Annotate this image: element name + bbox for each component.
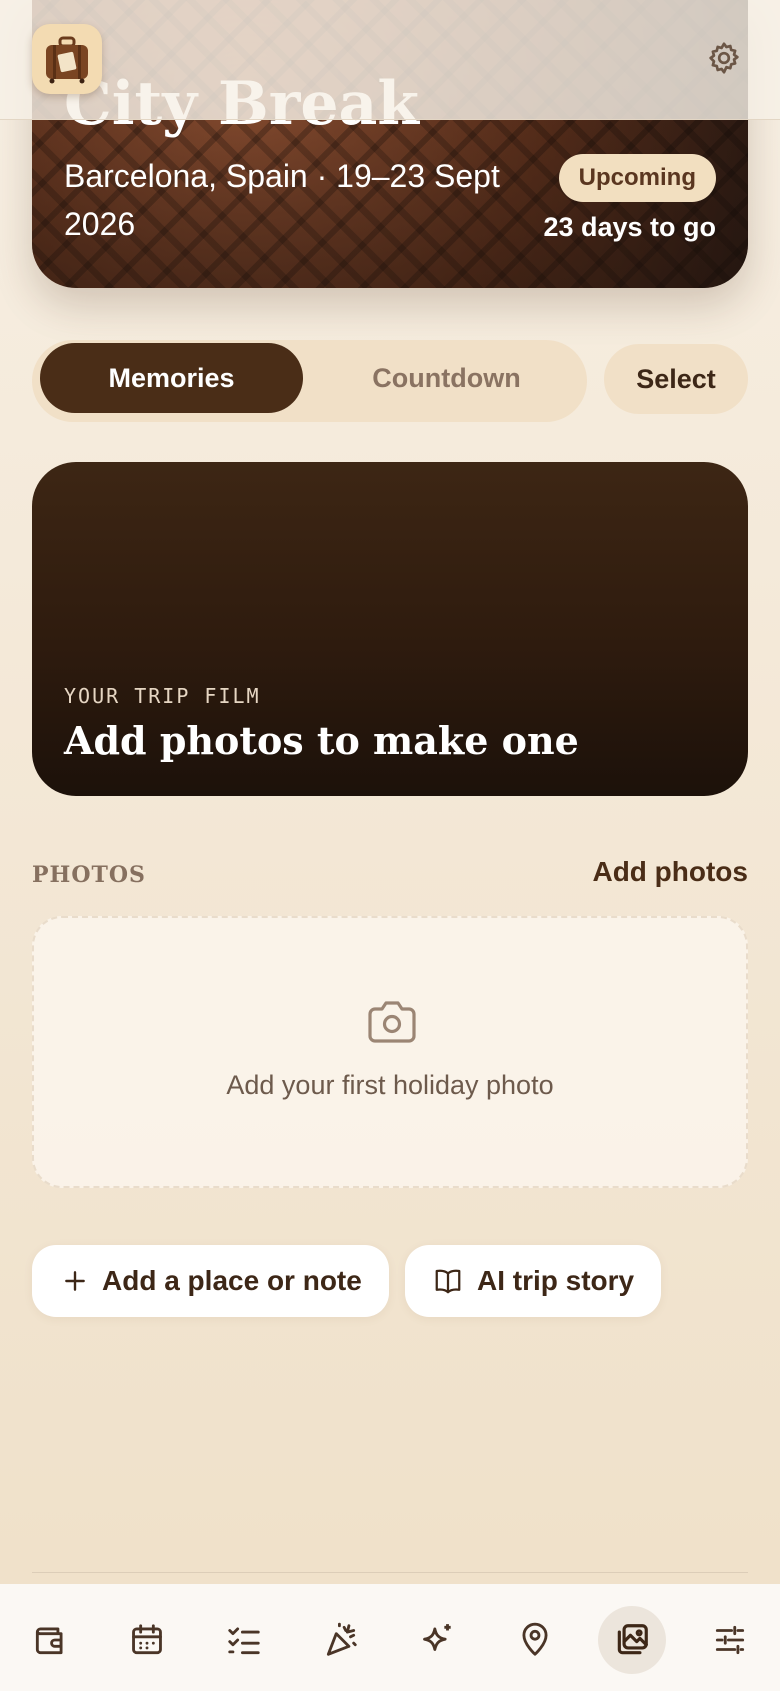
ai-trip-story-button[interactable]: AI trip story [405, 1245, 661, 1317]
countdown-text: 23 days to go [543, 212, 716, 242]
photos-icon[interactable] [598, 1606, 666, 1674]
camera-icon [366, 1000, 418, 1044]
add-photos-link[interactable]: Add photos [592, 856, 748, 888]
open-book-icon [435, 1269, 461, 1294]
trip-film-card[interactable]: YOUR TRIP FILM Add photos to make one [32, 462, 748, 796]
photos-section-label: PHOTOS [32, 862, 146, 888]
bottom-nav [0, 1584, 780, 1691]
wallet-icon[interactable] [16, 1606, 84, 1674]
add-place-or-note-button[interactable]: Add a place or note [32, 1245, 389, 1317]
ai-story-label: AI trip story [477, 1265, 635, 1296]
map-pin-icon[interactable] [501, 1606, 569, 1674]
trip-film-title: Add photos to make one [64, 718, 579, 763]
photo-dropzone[interactable]: Add your first holiday photo [32, 916, 748, 1188]
select-button[interactable]: Select [604, 344, 748, 414]
top-bar [0, 0, 780, 120]
party-popper-icon[interactable] [307, 1606, 375, 1674]
status-badge: Upcoming [558, 154, 716, 202]
add-place-label: Add a place or note [102, 1265, 362, 1296]
trip-subtitle: Barcelona, Spain · 19–23 Sept 2026 [64, 158, 500, 242]
tab-memories[interactable]: Memories [40, 343, 303, 413]
view-segmented-control: Memories Countdown [32, 340, 587, 422]
sliders-icon[interactable] [696, 1606, 764, 1674]
app-logo-suitcase-icon[interactable] [32, 24, 102, 94]
checklist-icon[interactable] [210, 1606, 278, 1674]
dropzone-empty-text: Add your first holiday photo [226, 1070, 554, 1100]
trip-film-kicker: YOUR TRIP FILM [64, 684, 261, 708]
calendar-icon[interactable] [113, 1606, 181, 1674]
gear-icon[interactable] [706, 40, 742, 76]
plus-icon [65, 1271, 85, 1291]
nav-divider [32, 1572, 748, 1573]
tab-countdown[interactable]: Countdown [315, 343, 578, 413]
sparkles-icon[interactable] [404, 1606, 472, 1674]
